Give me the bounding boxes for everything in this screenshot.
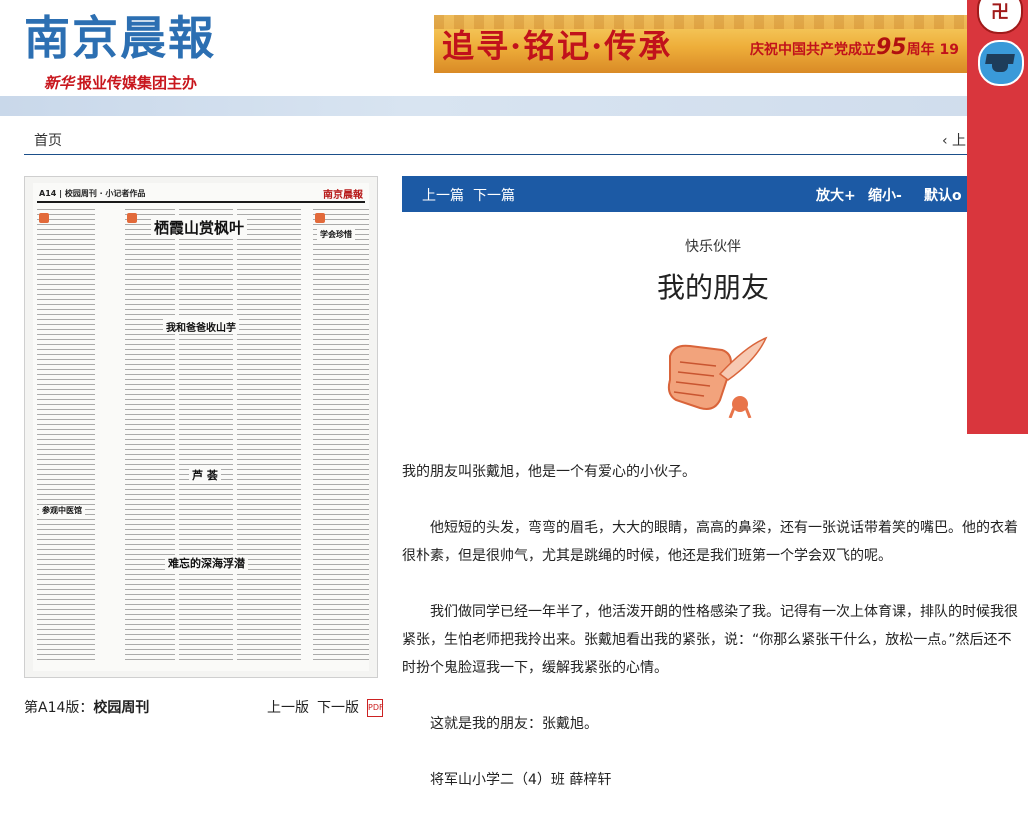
page-thumbnail-sheet: A14 | 校园周刊 · 小记者作品 南京晨報 栖霞山赏枫叶 我和爸爸收山芋 芦… [33,183,369,671]
article-title: 我的朋友 [656,271,769,304]
publisher-mark: 新华 [44,74,75,92]
thumbnail-page-label: A14 | 校园周刊 · 小记者作品 [39,189,146,198]
pdf-icon[interactable]: PDF [367,699,384,717]
thumbnail-brand: 南京晨報 [323,190,363,201]
top-nav: 首页 ‹ 上 [24,124,1004,155]
section-icon [127,213,137,223]
banner-text-suffix: 周年 19 [906,42,959,58]
text-column [179,209,233,661]
newspaper-logo[interactable]: 南京晨報 [24,2,216,68]
text-column [37,209,95,661]
anniversary-banner[interactable]: 追寻·铭记·传承 庆祝中国共产党成立95周年 19 [434,15,994,73]
publisher-line: 新华 报业传媒集团主办 [44,72,197,93]
masthead: 南京晨報 新华 报业传媒集团主办 追寻·铭记·传承 庆祝中国共产党成立95周年 1… [0,0,1028,96]
text-column [237,209,301,661]
next-article-link[interactable]: 下一篇 [473,185,515,205]
thumbnail-headline[interactable]: 参观中医馆 [39,505,85,516]
header-band [0,96,1028,116]
text-column [125,209,175,661]
zoom-out-button[interactable]: 缩小- [868,185,902,205]
article-paragraph: 我的朋友叫张戴旭，他是一个有爱心的小伙子。 [402,464,696,480]
article-toolbar: 上一篇 下一篇 放大+ 缩小- 默认o [402,176,1028,212]
scroll-quill-icon [667,336,768,418]
text-column [313,209,369,661]
thumbnail-headline[interactable]: 学会珍惜 [317,229,355,240]
article-body: 我的朋友叫张戴旭，他是一个有爱心的小伙子。 他短短的头发，弯弯的眉毛，大大的眼睛… [402,458,1020,822]
reset-zoom-button[interactable]: 默认o [924,185,962,205]
article-paragraph: 这就是我的朋友：张戴旭。 [430,716,598,732]
banner-slogan: 追寻·铭记·传承 [442,27,673,65]
article-kicker: 快乐伙伴 [685,239,741,255]
next-page-link[interactable]: 下一版 [317,700,359,716]
prev-article-link[interactable]: 上一篇 [422,185,464,205]
nav-prev-link[interactable]: ‹ 上 [942,130,966,150]
nav-home-link[interactable]: 首页 [34,130,62,150]
thumbnail-header: A14 | 校园周刊 · 小记者作品 南京晨報 [37,185,365,203]
article-paragraph: 他短短的头发，弯弯的眉毛，大大的眼睛，高高的鼻梁，还有一张说话带着笑的嘴巴。他的… [402,520,1018,564]
thumbnail-headline[interactable]: 难忘的深海浮潜 [165,555,248,571]
section-icon [39,213,49,223]
cap-body-shape [992,62,1008,72]
article-paragraph: 我们做同学已经一年半了，他活泼开朗的性格感染了我。记得有一次上体育课，排队的时候… [402,604,1018,676]
page-links: 上一版 下一版 [267,697,367,717]
banner-text-prefix: 庆祝中国共产党成立 [750,42,876,58]
prev-page-link[interactable]: 上一版 [267,700,309,716]
page-caption: 第A14版：校园周刊 [24,697,149,717]
thumbnail-headline[interactable]: 我和爸爸收山芋 [163,319,239,334]
thumbnail-headline[interactable]: 栖霞山赏枫叶 [151,217,248,238]
zoom-in-button[interactable]: 放大+ [816,185,856,205]
page-thumbnail[interactable]: A14 | 校园周刊 · 小记者作品 南京晨報 栖霞山赏枫叶 我和爸爸收山芋 芦… [24,176,378,678]
publisher-text: 报业传媒集团主办 [77,74,198,92]
page-caption-label: 第A14版： [24,700,94,716]
page-caption-section: 校园周刊 [93,700,150,716]
banner-text: 庆祝中国共产党成立95周年 19 [750,35,959,60]
thumbnail-headline[interactable]: 芦 荟 [189,467,221,483]
section-icon [315,213,325,223]
banner-number: 95 [876,35,907,60]
graduation-cap-icon[interactable] [978,40,1024,86]
